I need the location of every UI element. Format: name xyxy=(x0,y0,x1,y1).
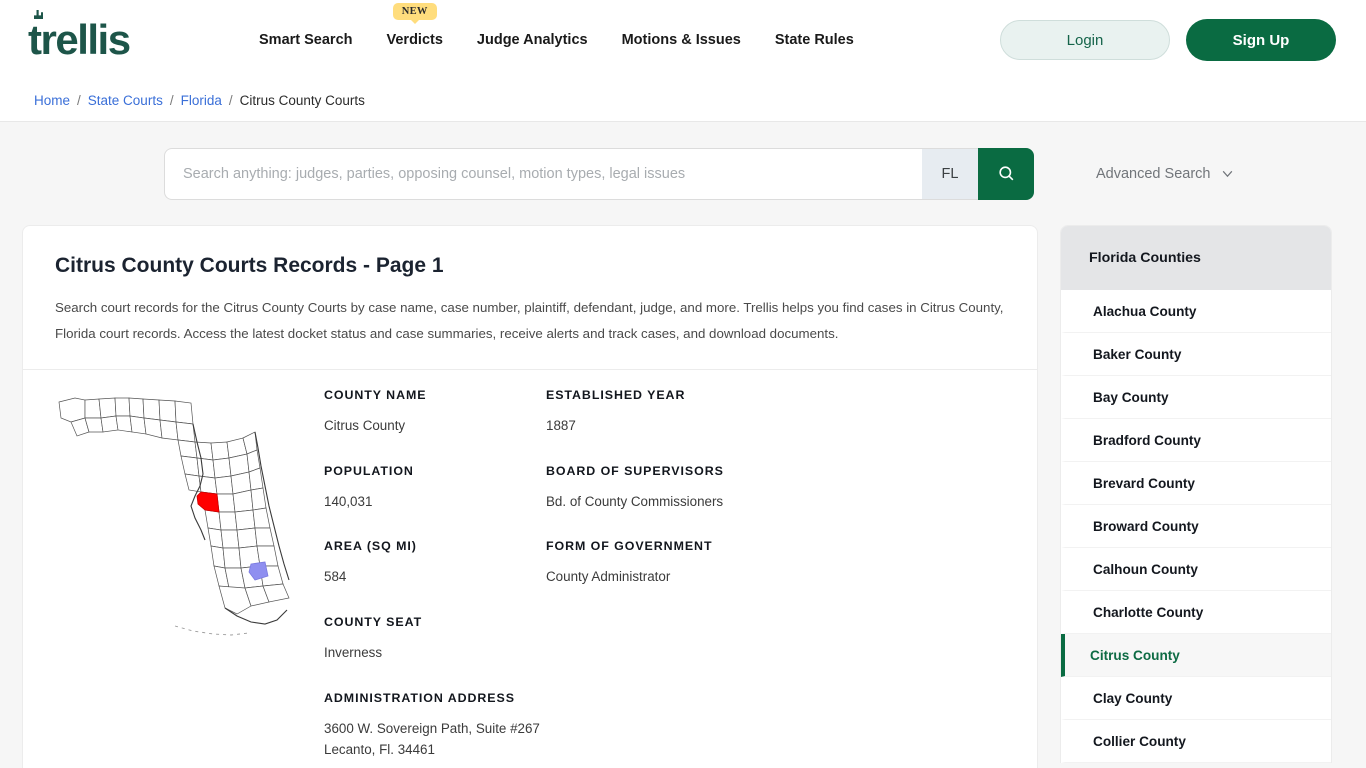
breadcrumb-item-home[interactable]: Home xyxy=(34,93,70,108)
sidebar-item-label: Bradford County xyxy=(1093,432,1201,448)
search-group: FL xyxy=(164,147,1034,200)
fact-value: 3600 W. Sovereign Path, Suite #267 Lecan… xyxy=(324,720,540,757)
logo[interactable]: trellis xyxy=(28,10,233,63)
sidebar-item-label: Broward County xyxy=(1093,518,1199,534)
fact-board-of-supervisors: BOARD OF SUPERVISORS Bd. of County Commi… xyxy=(546,464,768,513)
advanced-search-label: Advanced Search xyxy=(1096,165,1211,182)
fact-county-name: COUNTY NAME Citrus County xyxy=(324,388,546,437)
county-facts-left: COUNTY NAME Citrus County POPULATION 140… xyxy=(324,388,546,768)
fact-established-year: ESTABLISHED YEAR 1887 xyxy=(546,388,768,437)
breadcrumb: Home / State Courts / Florida / Citrus C… xyxy=(0,80,1366,122)
search-icon xyxy=(998,166,1013,181)
florida-map-icon xyxy=(58,397,290,636)
fact-label: COUNTY SEAT xyxy=(324,615,423,630)
fact-administration-address: ADMINISTRATION ADDRESS 3600 W. Sovereign… xyxy=(324,691,546,761)
records-card: Citrus County Courts Records - Page 1 Se… xyxy=(22,225,1038,768)
fact-form-of-government: FORM OF GOVERNMENT County Administrator xyxy=(546,539,768,588)
nav-item-state-rules[interactable]: State Rules xyxy=(775,32,854,48)
logo-text: trellis xyxy=(28,16,131,63)
sidebar-item-charlotte-county[interactable]: Charlotte County xyxy=(1061,591,1331,634)
nav-item-verdicts[interactable]: NEW Verdicts xyxy=(386,3,443,48)
highlighted-county-citrus xyxy=(196,491,220,513)
breadcrumb-item-florida[interactable]: Florida xyxy=(181,93,222,108)
state-selector-value: FL xyxy=(941,165,959,182)
fact-value: 1887 xyxy=(546,417,576,433)
fact-county-seat: COUNTY SEAT Inverness xyxy=(324,615,546,664)
fact-value: Inverness xyxy=(324,645,383,661)
login-label: Login xyxy=(1066,31,1104,49)
search-band: FL Advanced Search xyxy=(0,122,1366,225)
signup-label: Sign Up xyxy=(1232,31,1290,49)
new-badge: NEW xyxy=(392,3,437,20)
fact-label: COUNTY NAME xyxy=(324,387,427,402)
sidebar-item-alachua-county[interactable]: Alachua County xyxy=(1061,290,1331,333)
fact-label: ESTABLISHED YEAR xyxy=(546,387,686,402)
nav-item-smart-search[interactable]: Smart Search xyxy=(259,32,353,48)
sidebar-item-baker-county[interactable]: Baker County xyxy=(1061,333,1331,376)
fact-label: POPULATION xyxy=(324,463,414,478)
breadcrumb-separator: / xyxy=(169,93,174,108)
sidebar-item-label: Brevard County xyxy=(1093,475,1195,491)
sidebar-item-brevard-county[interactable]: Brevard County xyxy=(1061,462,1331,505)
nav-label: Smart Search xyxy=(259,32,353,48)
fact-value: 140,031 xyxy=(324,493,373,509)
breadcrumb-item-current: Citrus County Courts xyxy=(239,93,365,108)
sidebar-item-label: Citrus County xyxy=(1090,647,1180,663)
county-facts: COUNTY NAME Citrus County POPULATION 140… xyxy=(310,388,1005,768)
county-info: COUNTY NAME Citrus County POPULATION 140… xyxy=(23,370,1037,768)
records-card-header: Citrus County Courts Records - Page 1 Se… xyxy=(23,226,1037,369)
sidebar-item-label: Collier County xyxy=(1093,733,1186,749)
main-nav: Smart Search NEW Verdicts Judge Analytic… xyxy=(259,3,854,48)
fact-label: ADMINISTRATION ADDRESS xyxy=(324,690,515,705)
fact-value: Bd. of County Commissioners xyxy=(546,493,724,509)
nav-label: Motions & Issues xyxy=(621,32,741,48)
chevron-down-icon xyxy=(1223,170,1233,178)
sidebar-title: Florida Counties xyxy=(1061,226,1331,290)
fact-label: FORM OF GOVERNMENT xyxy=(546,539,713,554)
sidebar-item-label: Clay County xyxy=(1093,690,1173,706)
fact-label: AREA (SQ MI) xyxy=(324,539,417,554)
breadcrumb-separator: / xyxy=(77,93,81,108)
breadcrumb-separator: / xyxy=(228,93,233,108)
sidebar-item-bay-county[interactable]: Bay County xyxy=(1061,376,1331,419)
sidebar-item-calhoun-county[interactable]: Calhoun County xyxy=(1061,548,1331,591)
sidebar-item-label: Baker County xyxy=(1093,346,1182,362)
page-description: Search court records for the Citrus Coun… xyxy=(55,300,1004,341)
county-map xyxy=(55,388,310,768)
counties-sidebar: Florida Counties Alachua County Baker Co… xyxy=(1060,225,1332,763)
county-facts-right: ESTABLISHED YEAR 1887 BOARD OF SUPERVISO… xyxy=(546,388,768,768)
nav-label: Verdicts xyxy=(386,32,443,48)
search-submit-button[interactable] xyxy=(978,147,1034,200)
trellis-mark-icon xyxy=(34,10,43,19)
sidebar-item-label: Charlotte County xyxy=(1093,604,1204,620)
nav-label: Judge Analytics xyxy=(476,32,588,48)
fact-value: County Administrator xyxy=(546,569,671,585)
page-content: Citrus County Courts Records - Page 1 Se… xyxy=(0,225,1366,768)
state-selector[interactable]: FL xyxy=(922,147,978,200)
sidebar-item-citrus-county[interactable]: Citrus County xyxy=(1061,634,1331,677)
breadcrumb-item-state-courts[interactable]: State Courts xyxy=(88,93,163,108)
login-button[interactable]: Login xyxy=(1000,20,1170,60)
advanced-search-toggle[interactable]: Advanced Search xyxy=(1096,166,1234,182)
nav-label: State Rules xyxy=(774,32,854,48)
search-input[interactable] xyxy=(164,147,922,200)
sidebar-item-broward-county[interactable]: Broward County xyxy=(1061,505,1331,548)
sidebar-item-label: Bay County xyxy=(1093,389,1169,405)
site-header: trellis Smart Search NEW Verdicts Judge … xyxy=(0,0,1366,80)
fact-area: AREA (SQ MI) 584 xyxy=(324,539,546,588)
sidebar-item-label: Alachua County xyxy=(1093,303,1197,319)
sidebar-item-label: Calhoun County xyxy=(1093,561,1198,577)
fact-population: POPULATION 140,031 xyxy=(324,464,546,513)
sidebar-item-collier-county[interactable]: Collier County xyxy=(1061,720,1331,763)
nav-item-motions-issues[interactable]: Motions & Issues xyxy=(622,32,741,48)
sidebar-item-bradford-county[interactable]: Bradford County xyxy=(1061,419,1331,462)
signup-button[interactable]: Sign Up xyxy=(1186,19,1336,61)
page-title: Citrus County Courts Records - Page 1 xyxy=(55,254,444,277)
fact-value: 584 xyxy=(324,569,347,585)
fact-label: BOARD OF SUPERVISORS xyxy=(546,463,724,478)
sidebar-item-clay-county[interactable]: Clay County xyxy=(1061,677,1331,720)
header-actions: Login Sign Up xyxy=(1000,19,1336,61)
nav-item-judge-analytics[interactable]: Judge Analytics xyxy=(477,32,588,48)
fact-value: Citrus County xyxy=(324,417,406,433)
